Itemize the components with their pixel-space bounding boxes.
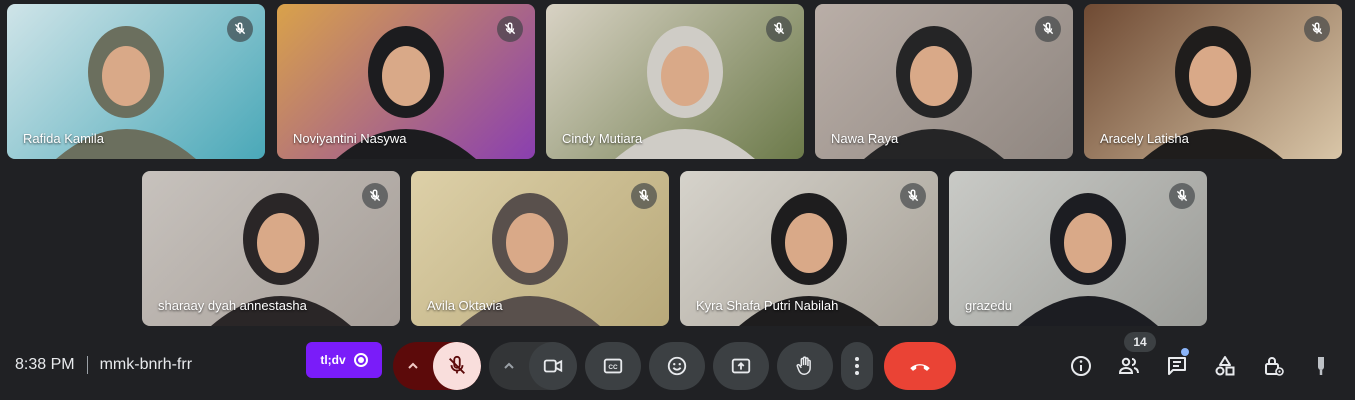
present-screen-icon bbox=[731, 358, 751, 374]
participant-tile[interactable]: Rafida Kamila bbox=[7, 4, 265, 159]
participant-name: Noviyantini Nasywa bbox=[293, 131, 407, 146]
mic-off-icon bbox=[449, 355, 465, 374]
mic-off-icon bbox=[1035, 16, 1061, 42]
host-controls-button[interactable] bbox=[1259, 352, 1287, 380]
toggle-camera-button[interactable] bbox=[529, 342, 577, 390]
chevron-up-icon bbox=[504, 362, 514, 369]
participant-tile[interactable]: Aracely Latisha bbox=[1084, 4, 1342, 159]
svg-text:CC: CC bbox=[608, 364, 618, 371]
mic-off-icon bbox=[631, 183, 657, 209]
raise-hand-icon bbox=[796, 356, 811, 375]
participant-face bbox=[910, 46, 958, 106]
leave-call-button[interactable] bbox=[884, 342, 956, 390]
participant-body bbox=[1018, 296, 1158, 326]
raise-hand-button[interactable] bbox=[777, 342, 833, 390]
companion-button[interactable] bbox=[1307, 352, 1335, 380]
people-icon bbox=[1118, 357, 1139, 374]
participant-tile[interactable]: Cindy Mutiara bbox=[546, 4, 804, 159]
present-screen-button[interactable] bbox=[713, 342, 769, 390]
tldv-recorder-button[interactable]: tl;dv bbox=[306, 342, 382, 378]
mic-off-icon bbox=[227, 16, 253, 42]
chat-button[interactable] bbox=[1163, 352, 1191, 380]
participant-name: Kyra Shafa Putri Nabilah bbox=[696, 298, 839, 313]
info-icon bbox=[1071, 356, 1091, 376]
chevron-up-icon bbox=[408, 362, 418, 369]
participants-count-badge: 14 bbox=[1124, 332, 1156, 352]
participant-face bbox=[102, 46, 150, 106]
people-button[interactable] bbox=[1115, 352, 1143, 380]
mic-off-icon bbox=[362, 183, 388, 209]
more-options-button[interactable] bbox=[841, 342, 873, 390]
participant-tile[interactable]: Nawa Raya bbox=[815, 4, 1073, 159]
participant-face bbox=[785, 213, 833, 273]
participant-name: Avila Oktavia bbox=[427, 298, 503, 313]
participant-name: Nawa Raya bbox=[831, 131, 899, 146]
closed-caption-icon: CC bbox=[603, 358, 623, 374]
host-controls-icon bbox=[1265, 357, 1284, 376]
divider bbox=[86, 356, 88, 374]
participant-name: Rafida Kamila bbox=[23, 131, 104, 146]
meeting-code[interactable]: mmk-bnrh-frr bbox=[100, 356, 192, 374]
participant-tile[interactable]: sharaay dyah annestasha bbox=[142, 171, 400, 326]
chat-notification-dot bbox=[1181, 348, 1189, 356]
captions-button[interactable]: CC bbox=[585, 342, 641, 390]
participant-name: grazedu bbox=[965, 298, 1012, 313]
meeting-info: 8:38 PM mmk-bnrh-frr bbox=[15, 356, 192, 374]
participant-tile[interactable]: Noviyantini Nasywa bbox=[277, 4, 535, 159]
mic-off-icon bbox=[497, 16, 523, 42]
mic-off-icon bbox=[1304, 16, 1330, 42]
participant-name: Aracely Latisha bbox=[1100, 131, 1189, 146]
lightbulb-icon bbox=[1318, 357, 1324, 375]
mic-off-icon bbox=[900, 183, 926, 209]
participant-tile[interactable]: Kyra Shafa Putri Nabilah bbox=[680, 171, 938, 326]
emoji-icon bbox=[667, 356, 687, 376]
participant-face bbox=[382, 46, 430, 106]
participant-face bbox=[1064, 213, 1112, 273]
mic-off-icon bbox=[766, 16, 792, 42]
participant-face bbox=[257, 213, 305, 273]
reactions-button[interactable] bbox=[649, 342, 705, 390]
videocam-icon bbox=[543, 359, 563, 373]
more-vert-icon bbox=[855, 357, 859, 375]
tldv-label: tl;dv bbox=[320, 353, 346, 367]
audio-options-button[interactable] bbox=[393, 359, 433, 373]
participant-tile[interactable]: Avila Oktavia bbox=[411, 171, 669, 326]
activities-icon bbox=[1215, 356, 1235, 376]
participant-name: Cindy Mutiara bbox=[562, 131, 643, 146]
participant-face bbox=[661, 46, 709, 106]
video-options-button[interactable] bbox=[489, 359, 529, 373]
activities-button[interactable] bbox=[1211, 352, 1239, 380]
meeting-details-button[interactable] bbox=[1067, 352, 1095, 380]
record-icon bbox=[353, 353, 368, 367]
video-control-group bbox=[489, 342, 577, 390]
call-end-icon bbox=[910, 364, 930, 371]
participant-face bbox=[506, 213, 554, 273]
toggle-mic-button[interactable] bbox=[433, 342, 481, 390]
participant-tile[interactable]: grazedu bbox=[949, 171, 1207, 326]
meeting-time: 8:38 PM bbox=[15, 356, 75, 373]
mic-off-icon bbox=[1169, 183, 1195, 209]
participant-face bbox=[1189, 46, 1237, 106]
audio-control-group bbox=[393, 342, 481, 390]
chat-icon bbox=[1168, 357, 1186, 375]
participant-name: sharaay dyah annestasha bbox=[158, 298, 307, 313]
